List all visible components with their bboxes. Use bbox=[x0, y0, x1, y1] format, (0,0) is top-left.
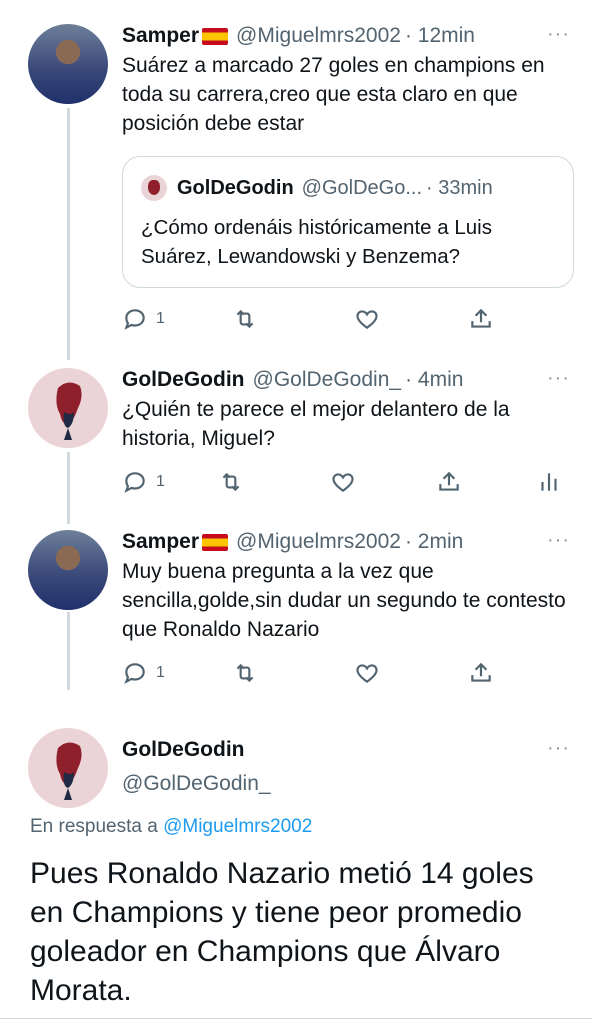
tweet-time[interactable]: · 4min bbox=[405, 367, 463, 393]
author-name[interactable]: Samper bbox=[122, 23, 199, 49]
analytics-button[interactable] bbox=[536, 469, 562, 495]
more-options-icon[interactable]: ··· bbox=[547, 529, 570, 552]
quote-author-name: GolDeGodin bbox=[177, 177, 294, 199]
avatar-samper[interactable] bbox=[28, 24, 108, 104]
author-handle[interactable]: @Miguelmrs2002 bbox=[236, 529, 401, 555]
like-icon bbox=[332, 473, 354, 492]
tweet-time[interactable]: · 12min bbox=[405, 23, 475, 49]
reply-icon bbox=[124, 663, 145, 684]
quote-time: · 33min bbox=[426, 177, 493, 199]
reply-button[interactable]: 1 bbox=[122, 660, 165, 686]
main-author-name[interactable]: GolDeGodin bbox=[122, 737, 271, 763]
tweet-text: Muy buena pregunta a la vez que sencilla… bbox=[122, 560, 566, 641]
like-button[interactable] bbox=[330, 469, 356, 495]
quoted-tweet[interactable]: GolDeGodin @GolDeGo... · 33min ¿Cómo ord… bbox=[122, 156, 574, 288]
like-icon bbox=[356, 310, 378, 329]
share-button[interactable] bbox=[436, 469, 462, 495]
quote-author-handle: @GolDeGo... bbox=[301, 177, 423, 199]
avatar-goldegodin[interactable] bbox=[28, 368, 108, 448]
tweet-time[interactable]: · 2min bbox=[405, 529, 463, 555]
tweet-text: ¿Quién te parece el mejor delantero de l… bbox=[122, 398, 510, 450]
tweet[interactable]: Samper @Miguelmrs2002 · 12min ··· Suárez… bbox=[122, 23, 578, 138]
author-name[interactable]: GolDeGodin bbox=[122, 367, 245, 393]
reply-button[interactable]: 1 bbox=[122, 469, 165, 495]
tweet-header: Samper @Miguelmrs2002 · 2min bbox=[122, 529, 578, 555]
main-tweet-text: Pues Ronaldo Nazario metió 14 goles en C… bbox=[30, 857, 534, 1007]
tweet-actions: 1 bbox=[122, 306, 502, 336]
retweet-button[interactable] bbox=[218, 469, 244, 495]
reply-count: 1 bbox=[156, 310, 165, 327]
reply-icon bbox=[124, 472, 145, 493]
quote-avatar bbox=[141, 175, 167, 201]
reply-count: 1 bbox=[156, 664, 165, 681]
like-button[interactable] bbox=[354, 306, 380, 332]
reply-mention-link[interactable]: @Miguelmrs2002 bbox=[163, 816, 312, 837]
more-options-icon[interactable]: ··· bbox=[547, 367, 570, 390]
quote-header: GolDeGodin @GolDeGo... · 33min bbox=[141, 175, 555, 201]
retweet-button[interactable] bbox=[232, 660, 258, 686]
spain-flag-icon bbox=[202, 27, 229, 45]
tweet[interactable]: Samper @Miguelmrs2002 · 2min ··· Muy bue… bbox=[122, 529, 578, 644]
reply-prefix: En respuesta a bbox=[30, 816, 164, 837]
tweet-text: Suárez a marcado 27 goles en champions e… bbox=[122, 54, 545, 135]
main-author-handle[interactable]: @GolDeGodin_ bbox=[122, 771, 271, 797]
share-button[interactable] bbox=[468, 306, 494, 332]
author-handle[interactable]: @GolDeGodin_ bbox=[253, 367, 402, 393]
retweet-button[interactable] bbox=[232, 306, 258, 332]
quote-text: ¿Cómo ordenáis históricamente a Luis Suá… bbox=[141, 216, 492, 268]
reply-count: 1 bbox=[156, 473, 165, 490]
reply-button[interactable]: 1 bbox=[122, 306, 165, 332]
reply-icon bbox=[124, 309, 145, 330]
share-button[interactable] bbox=[468, 660, 494, 686]
author-handle[interactable]: @Miguelmrs2002 bbox=[236, 23, 401, 49]
divider bbox=[0, 1018, 592, 1019]
share-icon bbox=[471, 662, 491, 682]
thread-connector-line bbox=[67, 612, 70, 690]
tweet-actions: 1 bbox=[122, 660, 502, 690]
share-icon bbox=[471, 308, 491, 328]
analytics-icon bbox=[541, 473, 557, 491]
thread-connector-line bbox=[67, 108, 70, 360]
tweet-header: GolDeGodin @GolDeGodin_ · 4min bbox=[122, 367, 578, 393]
main-tweet-header: GolDeGodin @GolDeGodin_ bbox=[122, 737, 271, 797]
avatar-goldegodin[interactable] bbox=[28, 728, 108, 808]
avatar-illustration bbox=[56, 742, 82, 800]
more-options-icon[interactable]: ··· bbox=[547, 737, 570, 760]
reply-context: En respuesta a @Miguelmrs2002 bbox=[30, 816, 312, 838]
like-button[interactable] bbox=[354, 660, 380, 686]
author-name[interactable]: Samper bbox=[122, 529, 199, 555]
like-icon bbox=[356, 664, 378, 683]
retweet-icon bbox=[236, 663, 254, 683]
retweet-icon bbox=[222, 472, 240, 492]
share-icon bbox=[439, 471, 459, 491]
tweet-actions: 1 bbox=[122, 469, 562, 499]
avatar-illustration bbox=[56, 382, 82, 440]
spain-flag-icon bbox=[202, 533, 229, 551]
tweet[interactable]: GolDeGodin @GolDeGodin_ · 4min ··· ¿Quié… bbox=[122, 367, 578, 453]
retweet-icon bbox=[236, 309, 254, 329]
more-options-icon[interactable]: ··· bbox=[547, 23, 570, 46]
thread-connector-line bbox=[67, 452, 70, 524]
tweet-header: Samper @Miguelmrs2002 · 12min bbox=[122, 23, 578, 49]
avatar-samper[interactable] bbox=[28, 530, 108, 610]
